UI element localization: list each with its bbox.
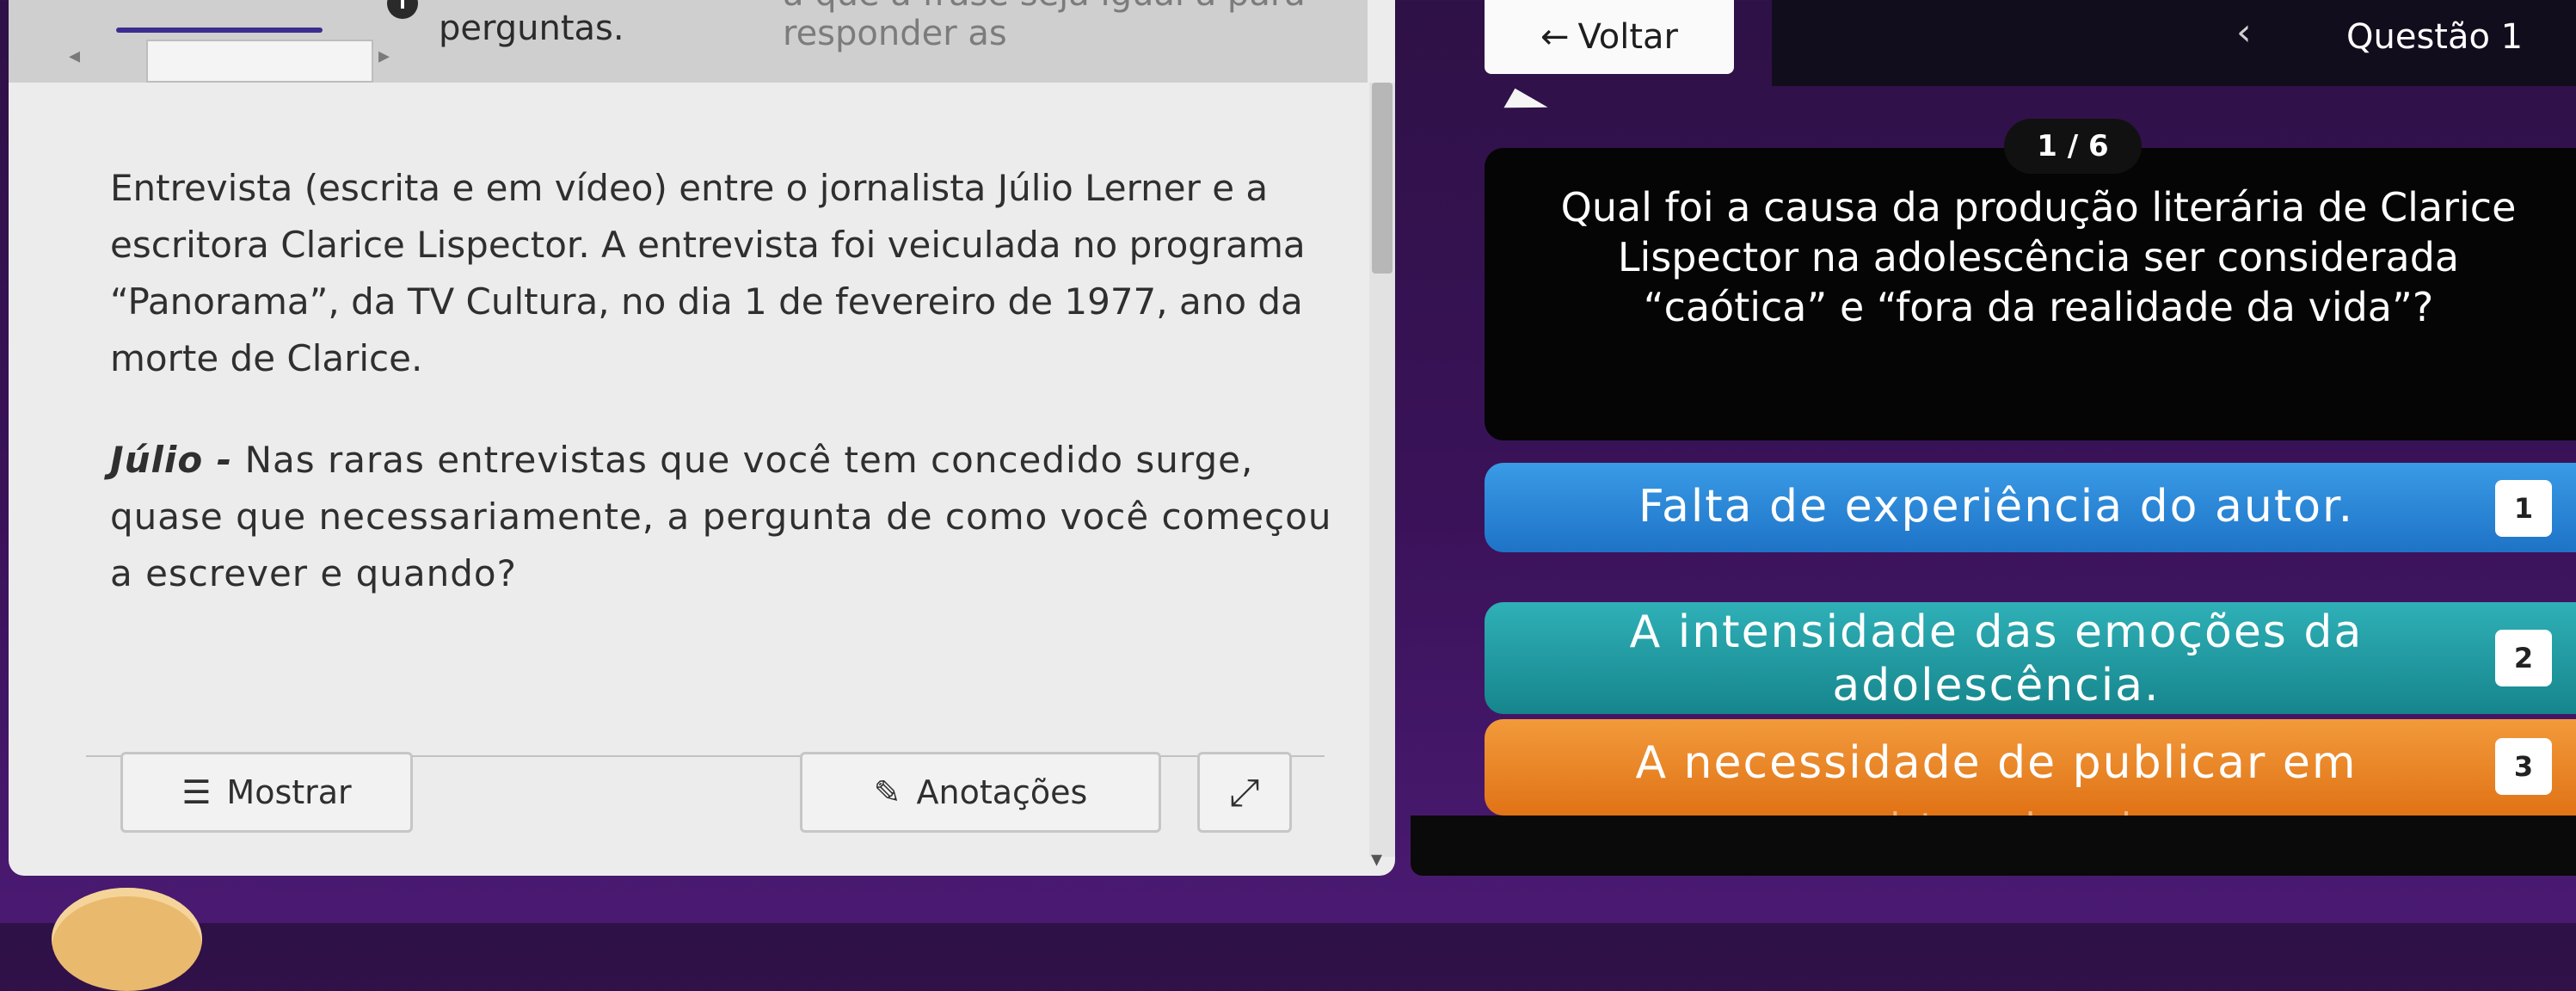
mouse-cursor-icon: [1503, 88, 1548, 127]
expand-diagonal-icon: ⤢: [1229, 770, 1260, 815]
marker-icon: ✎: [873, 773, 901, 811]
mini-tab-box[interactable]: [146, 40, 373, 83]
sliders-icon: ☰: [181, 773, 212, 811]
passage-text: Entrevista (escrita e em vídeo) entre o …: [110, 160, 1340, 647]
answer-option-3[interactable]: A necessidade de publicar em revistas e …: [1485, 719, 2576, 816]
answer-option-2[interactable]: A intensidade das emoções da adolescênci…: [1485, 602, 2576, 714]
mini-tab-bar[interactable]: ◂ ▸: [69, 24, 390, 83]
show-button-label: Mostrar: [226, 773, 352, 811]
scrollbar-thumb[interactable]: [1372, 83, 1393, 274]
question-counter: 1 / 6: [2004, 119, 2142, 174]
answer-number-badge: 2: [2495, 630, 2552, 686]
active-tab-indicator: [116, 28, 323, 33]
avatar[interactable]: [52, 888, 202, 991]
back-button-label: Voltar: [1577, 17, 1678, 57]
answer-text: A intensidade das emoções da adolescênci…: [1629, 606, 2364, 711]
answer-text: A necessidade de publicar em: [1635, 737, 2358, 789]
answer-text: Falta de experiência do autor.: [1638, 481, 2355, 532]
answer-number-badge: 1: [2495, 480, 2552, 537]
reading-panel: ◂ ▸ i perguntas. a que a frase seja igua…: [9, 0, 1395, 876]
instruction-text-cut: a que a frase seja igual a para responde…: [783, 0, 1306, 53]
show-button[interactable]: ☰ Mostrar: [120, 752, 413, 833]
answer-number-badge: 3: [2495, 738, 2552, 795]
question-text-content: Qual foi a causa da produção literária d…: [1560, 184, 2517, 330]
scroll-down-icon[interactable]: ▾: [1371, 846, 1382, 872]
answer-text-cut: revistas e jornais.: [1485, 805, 2508, 816]
previous-question-icon[interactable]: ‹: [2236, 10, 2252, 54]
question-number-label: Questão 1: [2346, 17, 2524, 57]
notes-button[interactable]: ✎ Anotações: [800, 752, 1161, 833]
question-text: Qual foi a causa da produção literária d…: [1497, 182, 2576, 332]
speaker-text: Nas raras entrevistas que você tem conce…: [110, 439, 1332, 594]
instruction-text: perguntas.: [439, 9, 624, 48]
mini-left-arrow-icon[interactable]: ◂: [69, 43, 80, 69]
passage-intro: Entrevista (escrita e em vídeo) entre o …: [110, 167, 1306, 379]
speaker-name: Júlio -: [110, 439, 233, 481]
notes-button-label: Anotações: [916, 773, 1088, 811]
expand-button[interactable]: ⤢: [1197, 752, 1292, 833]
arrow-left-icon: ←: [1540, 17, 1570, 57]
answer-option-1[interactable]: Falta de experiência do autor. 1: [1485, 463, 2576, 552]
back-button[interactable]: ← Voltar: [1485, 0, 1734, 74]
interview-question: Júlio - Nas raras entrevistas que você t…: [110, 432, 1340, 602]
bottom-bar: [1411, 816, 2576, 876]
mini-right-arrow-icon[interactable]: ▸: [378, 43, 390, 69]
